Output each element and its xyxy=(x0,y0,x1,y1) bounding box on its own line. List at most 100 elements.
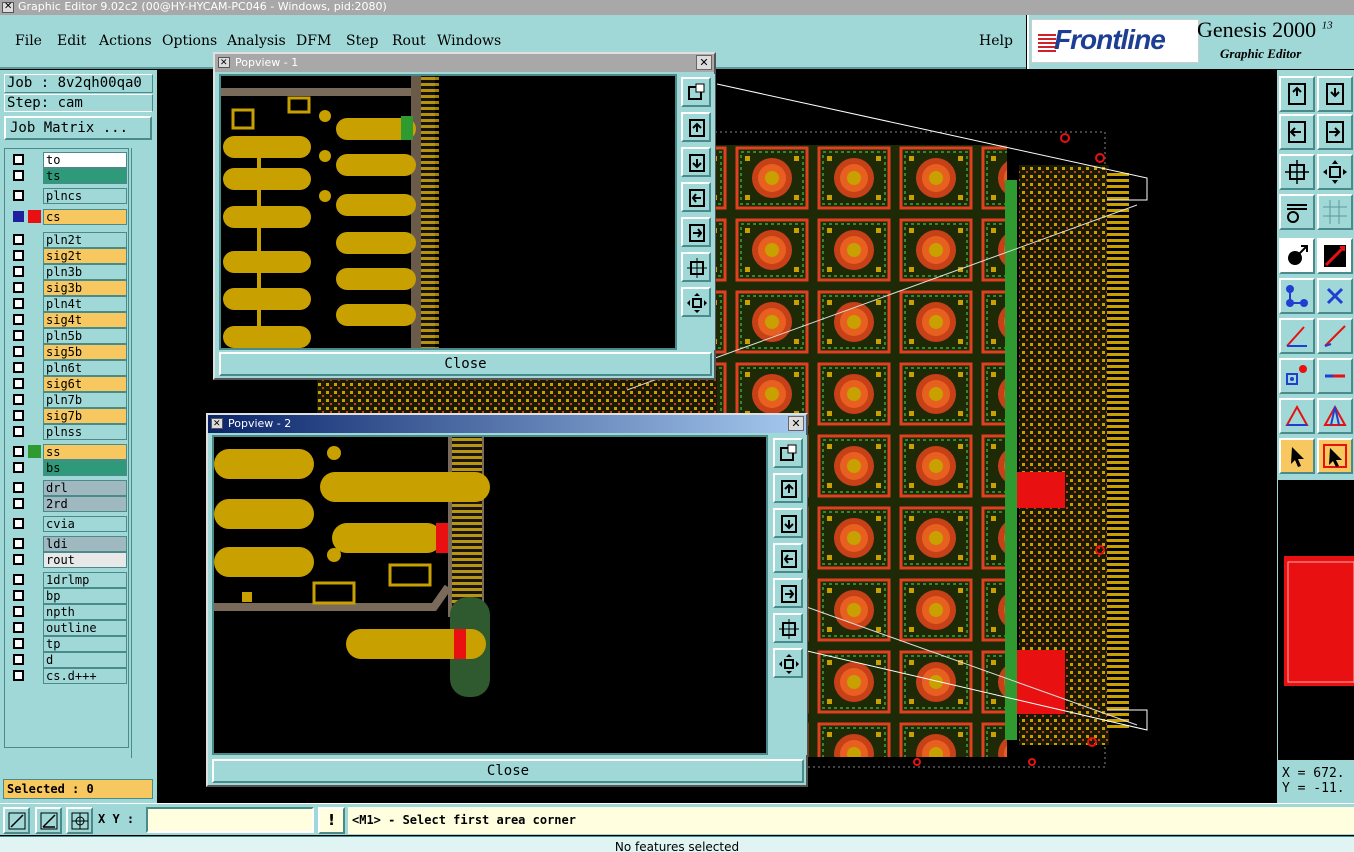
layer-checkbox[interactable] xyxy=(13,250,24,261)
layer-list-scrollbar[interactable] xyxy=(131,148,153,758)
layer-name[interactable]: cs xyxy=(43,209,127,225)
grid-snap-icon[interactable] xyxy=(66,807,93,834)
popview-2-close-icon[interactable]: ✕ xyxy=(788,416,804,431)
layer-row-rout[interactable]: rout xyxy=(7,552,127,568)
layer-row-pln4t[interactable]: pln4t xyxy=(7,296,127,312)
layer-row-d[interactable]: d xyxy=(7,652,127,668)
popview-1-titlebar[interactable]: Popview - 1 xyxy=(215,54,714,72)
layer-name[interactable]: pln7b xyxy=(43,392,127,408)
popview-2-titlebar[interactable]: Popview - 2 xyxy=(208,415,806,433)
layer-row-pln6t[interactable]: pln6t xyxy=(7,360,127,376)
layer-row-pln2t[interactable]: pln2t xyxy=(7,232,127,248)
layer-name[interactable]: to xyxy=(43,152,127,168)
layer-row-outline[interactable]: outline xyxy=(7,620,127,636)
layer-checkbox[interactable] xyxy=(13,622,24,633)
layer-name[interactable]: plncs xyxy=(43,188,127,204)
layer-row-plnss[interactable]: plnss xyxy=(7,424,127,440)
layer-checkbox[interactable] xyxy=(13,638,24,649)
layer-checkbox[interactable] xyxy=(13,266,24,277)
layer-name[interactable]: 2rd xyxy=(43,496,127,512)
layer-name[interactable]: pln6t xyxy=(43,360,127,376)
layer-row-pln5b[interactable]: pln5b xyxy=(7,328,127,344)
popview-zoom-icon[interactable] xyxy=(681,77,711,107)
layer-name[interactable]: ts xyxy=(43,168,127,184)
layer-row-1drlmp[interactable]: 1drlmp xyxy=(7,572,127,588)
layer-row-pln3b[interactable]: pln3b xyxy=(7,264,127,280)
menu-step[interactable]: Step xyxy=(346,33,378,49)
layer-checkbox[interactable] xyxy=(13,330,24,341)
layer-row-sig3b[interactable]: sig3b xyxy=(7,280,127,296)
pan-down-icon[interactable] xyxy=(1317,76,1353,112)
layer-row-ss[interactable]: ss xyxy=(7,444,127,460)
xy-input[interactable] xyxy=(146,807,314,833)
layer-row-npth[interactable]: npth xyxy=(7,604,127,620)
pan-left-icon[interactable] xyxy=(1279,114,1315,150)
move-line-icon[interactable] xyxy=(1317,358,1353,394)
layer-checkbox[interactable] xyxy=(13,590,24,601)
layer-name[interactable]: bp xyxy=(43,588,127,604)
layer-checkbox[interactable] xyxy=(13,482,24,493)
layer-checkbox[interactable] xyxy=(13,346,24,357)
popview-pan-left-icon[interactable] xyxy=(773,543,803,573)
layer-name[interactable]: sig5b xyxy=(43,344,127,360)
layer-checkbox[interactable] xyxy=(13,394,24,405)
popview-2-canvas[interactable] xyxy=(212,435,768,755)
grid-icon[interactable] xyxy=(1317,194,1353,230)
layer-checkbox[interactable] xyxy=(13,154,24,165)
layer-name[interactable]: sig6t xyxy=(43,376,127,392)
layer-checkbox[interactable] xyxy=(13,298,24,309)
menu-analysis[interactable]: Analysis xyxy=(227,33,286,49)
layer-row-sig5b[interactable]: sig5b xyxy=(7,344,127,360)
popview-1-canvas[interactable] xyxy=(219,74,677,350)
zoom-out-icon[interactable] xyxy=(1317,154,1353,190)
popview-2-close-button[interactable]: Close xyxy=(212,759,804,783)
layer-checkbox[interactable] xyxy=(13,234,24,245)
layer-name[interactable]: plnss xyxy=(43,424,127,440)
layer-name[interactable]: sig2t xyxy=(43,248,127,264)
popview-zoom-out-icon[interactable] xyxy=(681,287,711,317)
job-matrix-button[interactable]: Job Matrix ... xyxy=(4,116,152,140)
measure-icon[interactable] xyxy=(1317,238,1353,274)
layer-row-2rd[interactable]: 2rd xyxy=(7,496,127,512)
layer-checkbox[interactable] xyxy=(13,362,24,373)
layer-checkbox[interactable] xyxy=(13,170,24,181)
layer-row-sig2t[interactable]: sig2t xyxy=(7,248,127,264)
menu-actions[interactable]: Actions xyxy=(99,33,152,49)
layer-name[interactable]: npth xyxy=(43,604,127,620)
layer-checkbox[interactable] xyxy=(13,190,24,201)
popview-zoom-in-icon[interactable] xyxy=(773,613,803,643)
layer-checkbox[interactable] xyxy=(13,282,24,293)
line-icon[interactable] xyxy=(1317,318,1353,354)
layer-name[interactable]: pln5b xyxy=(43,328,127,344)
layer-row-sig6t[interactable]: sig6t xyxy=(7,376,127,392)
popview-pan-up-icon[interactable] xyxy=(681,112,711,142)
display-settings-icon[interactable] xyxy=(1279,194,1315,230)
layer-name[interactable]: bs xyxy=(43,460,127,476)
layer-name[interactable]: pln3b xyxy=(43,264,127,280)
pad-icon[interactable] xyxy=(1279,358,1315,394)
layer-name[interactable]: drl xyxy=(43,480,127,496)
layer-name[interactable]: outline xyxy=(43,620,127,636)
layer-checkbox[interactable] xyxy=(13,314,24,325)
layer-row-ts[interactable]: ts xyxy=(7,168,127,184)
layer-checkbox[interactable] xyxy=(13,538,24,549)
layer-checkbox[interactable] xyxy=(13,426,24,437)
popview-pan-right-icon[interactable] xyxy=(681,217,711,247)
overview-map[interactable] xyxy=(1278,480,1354,760)
select-arrow-icon[interactable] xyxy=(1279,438,1315,474)
layer-row-csd[interactable]: cs.d+++ xyxy=(7,668,127,684)
layer-name[interactable]: ss xyxy=(43,444,127,460)
layer-name[interactable]: pln2t xyxy=(43,232,127,248)
layer-name[interactable]: 1drlmp xyxy=(43,572,127,588)
layer-checkbox[interactable] xyxy=(13,518,24,529)
layer-name[interactable]: tp xyxy=(43,636,127,652)
layer-checkbox[interactable] xyxy=(13,446,24,457)
layer-name[interactable]: pln4t xyxy=(43,296,127,312)
layer-row-tp[interactable]: tp xyxy=(7,636,127,652)
layer-name[interactable]: sig4t xyxy=(43,312,127,328)
layer-name[interactable]: rout xyxy=(43,552,127,568)
layer-row-bs[interactable]: bs xyxy=(7,460,127,476)
layer-name[interactable]: sig7b xyxy=(43,408,127,424)
menu-options[interactable]: Options xyxy=(162,33,217,49)
layer-checkbox[interactable] xyxy=(13,410,24,421)
